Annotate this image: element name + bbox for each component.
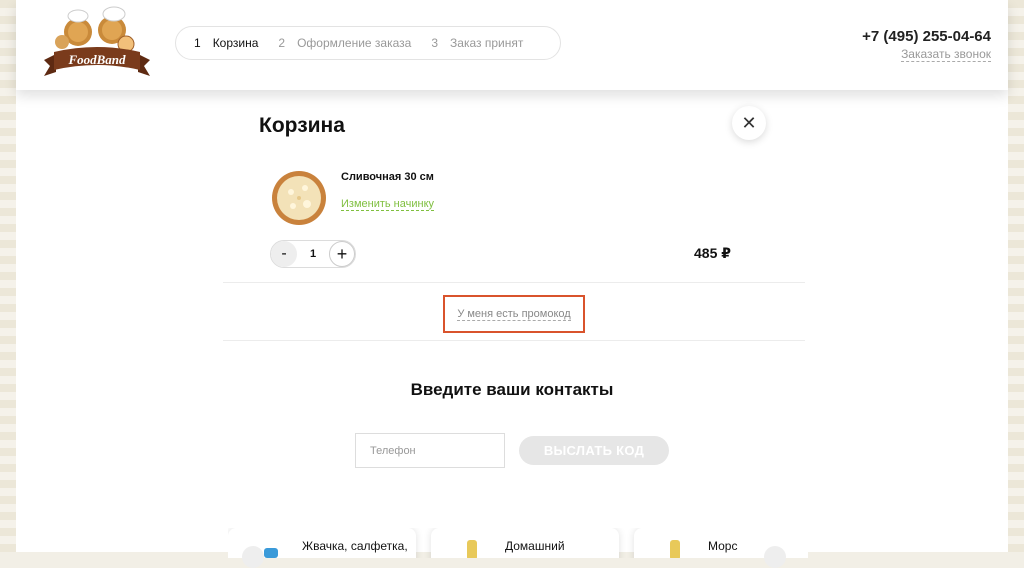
increase-quantity-button[interactable]: + <box>329 241 355 267</box>
contact-phone-block: +7 (495) 255-04-64 Заказать звонок <box>862 28 991 63</box>
product-image <box>264 548 278 558</box>
contacts-heading: Введите ваши контакты <box>410 380 614 399</box>
product-name: Домашний <box>505 539 565 553</box>
recommendation-card[interactable]: Домашний <box>431 528 619 558</box>
page-title: Корзина <box>259 114 345 137</box>
decrease-quantity-button[interactable]: - <box>271 241 297 267</box>
quantity-value: 1 <box>309 248 317 260</box>
promo-highlight: У меня есть промокод <box>443 295 585 333</box>
request-callback-link[interactable]: Заказать звонок <box>901 48 991 62</box>
divider <box>223 282 805 283</box>
step-cart[interactable]: 1 Корзина <box>194 36 258 50</box>
foodband-logo[interactable]: FoodBand <box>40 6 154 82</box>
step-number: 3 <box>431 36 439 50</box>
step-order-accepted[interactable]: 3 Заказ принят <box>431 36 523 50</box>
step-checkout[interactable]: 2 Оформление заказа <box>278 36 411 50</box>
step-number: 1 <box>194 36 201 50</box>
background-pattern-right <box>1008 0 1024 552</box>
product-name: Жвачка, салфетка, <box>302 539 408 553</box>
item-price: 485 ₽ <box>694 245 731 261</box>
logo-text: FoodBand <box>67 52 126 67</box>
cart-item-name: Сливочная 30 см <box>341 171 434 183</box>
step-label: Заказ принят <box>450 36 524 50</box>
close-button[interactable]: ✕ <box>732 106 766 140</box>
site-header: FoodBand 1 Корзина 2 Оформление заказа 3… <box>16 0 1008 90</box>
change-topping-link[interactable]: Изменить начинку <box>341 198 435 211</box>
quantity-stepper: - 1 + <box>270 240 356 268</box>
phone-number[interactable]: +7 (495) 255-04-64 <box>862 28 991 45</box>
background-pattern-left <box>0 0 16 552</box>
promo-code-link[interactable]: У меня есть промокод <box>457 308 571 321</box>
step-number: 2 <box>278 36 286 50</box>
product-name: Морс <box>708 539 738 553</box>
step-label: Оформление заказа <box>297 36 412 50</box>
phone-input[interactable] <box>355 433 505 468</box>
checkout-steps: 1 Корзина 2 Оформление заказа 3 Заказ пр… <box>175 26 561 60</box>
pizza-image <box>271 170 327 226</box>
step-label: Корзина <box>212 36 259 50</box>
product-image <box>467 540 477 558</box>
carousel-next-button[interactable] <box>764 546 786 568</box>
close-icon: ✕ <box>741 112 757 133</box>
send-code-button[interactable]: ВЫСЛАТЬ КОД <box>519 436 669 465</box>
divider <box>223 340 805 341</box>
recommendations-carousel: Жвачка, салфетка, Домашний Морс <box>228 528 808 558</box>
product-image <box>670 540 680 558</box>
cart-panel: Корзина ✕ Сливочная 30 см Изменить начин… <box>16 90 1008 568</box>
carousel-prev-button[interactable] <box>242 546 264 568</box>
